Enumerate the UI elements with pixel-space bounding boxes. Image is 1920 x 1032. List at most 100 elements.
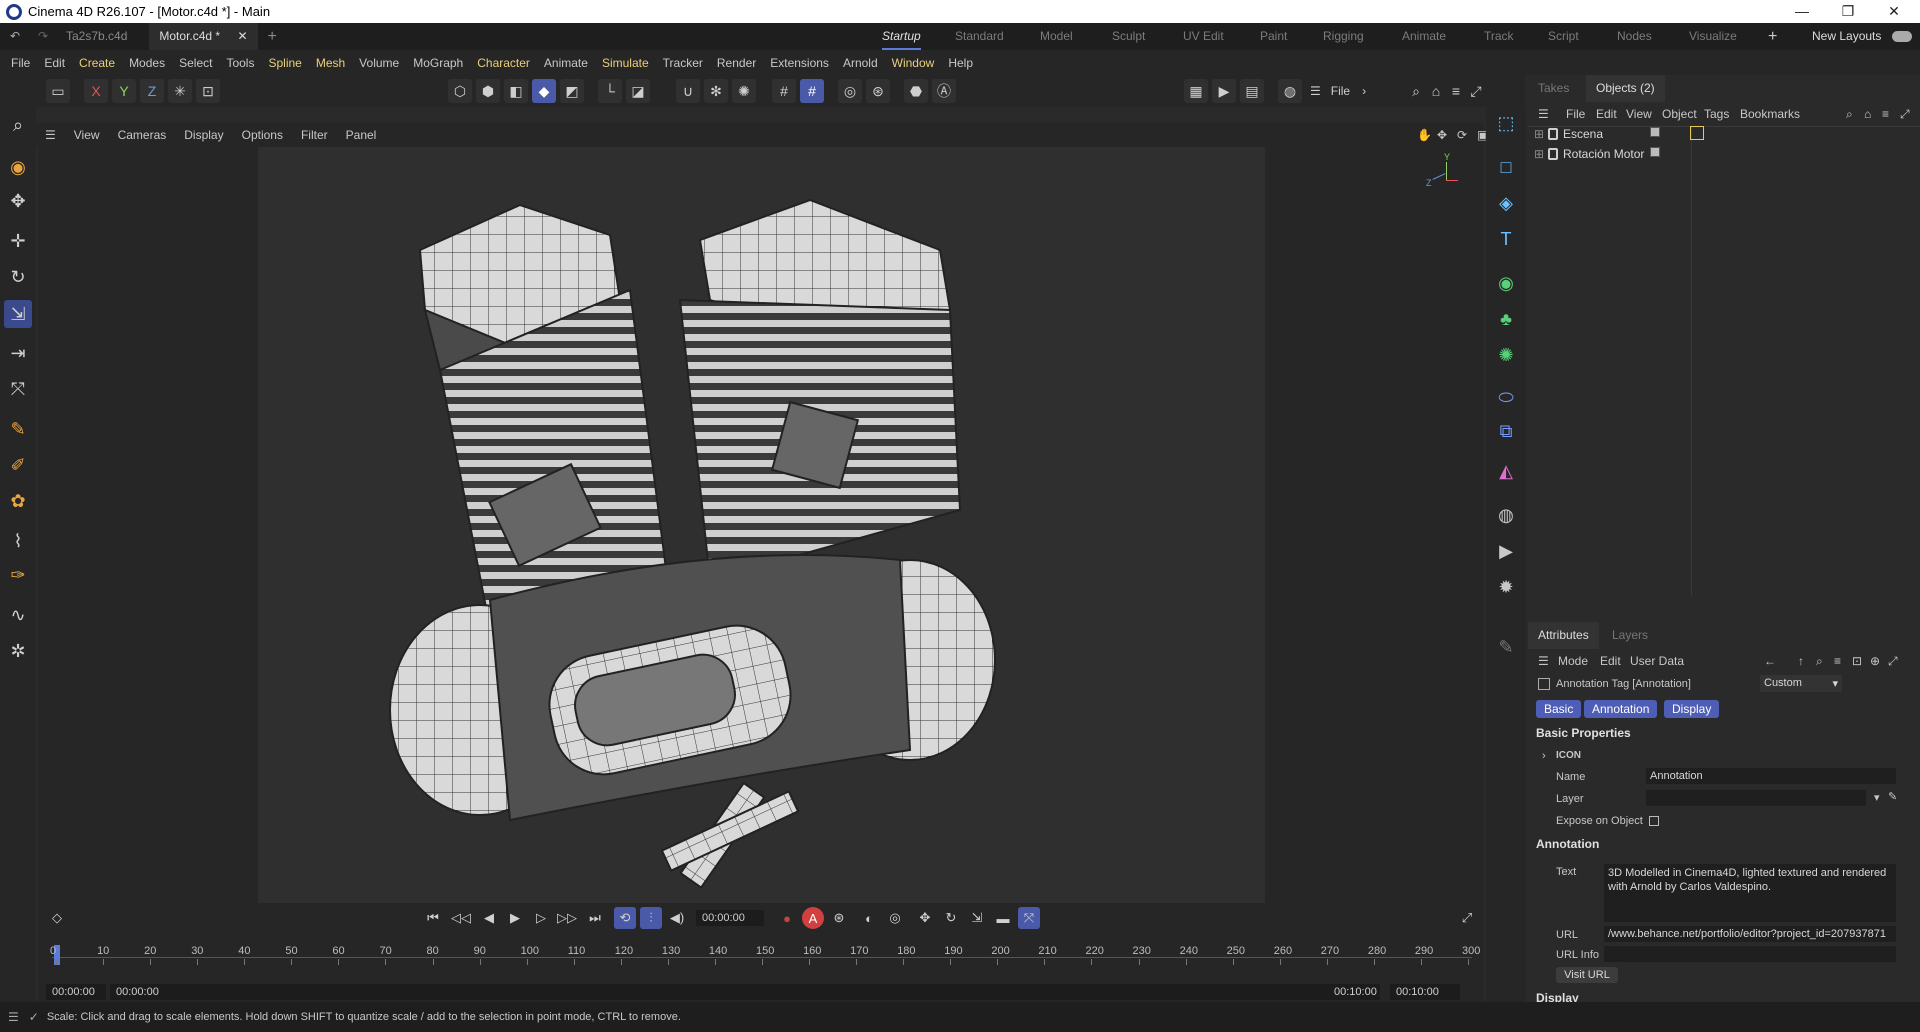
tab-display[interactable]: Display [1664,700,1720,718]
visit-url-button[interactable]: Visit URL [1556,967,1618,983]
sculpt-icon[interactable]: ✲ [4,637,32,665]
tab-file-1[interactable]: Ta2s7b.c4d [56,23,149,50]
eyedropper-icon[interactable]: ✎ [1888,790,1897,803]
lock-axis-icon[interactable]: ⊡ [196,79,220,103]
spline-object-icon[interactable]: ◭ [1492,457,1520,485]
object-home-icon[interactable]: ⌂ [1864,102,1871,126]
camera-icon[interactable]: ⬚ [1492,109,1520,137]
sketch-icon[interactable]: ✎ [1492,633,1520,661]
go-to-start-icon[interactable]: ⏮ [422,907,444,929]
object-expand-icon[interactable]: ⤢ [1900,102,1910,126]
layout-startup[interactable]: Startup [882,23,921,50]
brush-icon[interactable]: ⌇ [4,527,32,555]
sun-icon[interactable]: ✺ [732,79,756,103]
edges-mode-icon[interactable]: ⬢ [476,79,500,103]
menu-render[interactable]: Render [710,56,763,70]
gear-icon[interactable]: ✻ [704,79,728,103]
spline-smooth-icon[interactable]: ✿ [4,487,32,515]
menu-file[interactable]: File [4,56,37,70]
tab-takes[interactable]: Takes [1528,75,1579,102]
layout-standard[interactable]: Standard [955,23,1004,50]
menu-character[interactable]: Character [470,56,537,70]
render-settings-icon[interactable]: ⊛ [866,79,890,103]
expose-checkbox[interactable] [1649,816,1659,826]
tab-annotation[interactable]: Annotation [1584,700,1658,718]
viewport-menu-filter[interactable]: Filter [292,128,337,142]
layout-sculpt[interactable]: Sculpt [1112,23,1145,50]
menu-window[interactable]: Window [885,56,942,70]
attr-filter-icon[interactable]: ≡ [1834,649,1841,673]
menu-select[interactable]: Select [172,56,219,70]
menu-extensions[interactable]: Extensions [763,56,836,70]
preview-range-start-field[interactable]: 00:00:00 [110,984,1380,1000]
text-icon[interactable]: T [1492,225,1520,253]
menu-arnold[interactable]: Arnold [836,56,885,70]
up-arrow-icon[interactable]: ↑ [1798,649,1804,673]
param-key-icon[interactable]: ▬ [992,907,1014,929]
attr-expand-icon[interactable]: ⤢ [1888,649,1898,673]
object-hamburger-icon[interactable]: ☰ [1538,102,1549,126]
magnet-icon[interactable]: ∪ [676,79,700,103]
workplane-icon[interactable]: └ [598,79,622,103]
render-queue-icon[interactable]: ▤ [1240,79,1264,103]
new-window-icon[interactable]: ⊕ [1870,649,1880,673]
menu-help[interactable]: Help [941,56,980,70]
loop-icon[interactable]: ⟲ [614,907,636,929]
minimize-icon[interactable]: — [1780,0,1824,23]
points-mode-icon[interactable]: ⬡ [448,79,472,103]
pla-key-icon[interactable]: ⤧ [1018,907,1040,929]
menu-create[interactable]: Create [72,56,122,70]
menu-modes[interactable]: Modes [122,56,172,70]
menu-volume[interactable]: Volume [352,56,406,70]
transfer-icon[interactable]: ⇥ [4,339,32,367]
url-info-field[interactable] [1604,946,1896,962]
previous-frame-icon[interactable]: ◀ [478,907,500,929]
polygons-mode-icon[interactable]: ◧ [504,79,528,103]
expand-plus-icon[interactable]: ⊞ [1534,145,1544,163]
transform-icon[interactable]: ⤧ [4,375,32,403]
layout-uv-edit[interactable]: UV Edit [1183,23,1224,50]
back-arrow-icon[interactable]: ← [1764,649,1776,673]
menu-mograph[interactable]: MoGraph [406,56,470,70]
viewport-menu-view[interactable]: View [65,128,109,142]
environment-icon[interactable]: ◍ [1492,501,1520,529]
solo-icon[interactable]: ◪ [626,79,650,103]
object-filter-icon[interactable]: ≡ [1882,102,1889,126]
render-region-icon[interactable]: ◎ [838,79,862,103]
start-frame-field[interactable]: 00:00:00 [46,984,106,1000]
position-key-icon[interactable]: ✥ [914,907,936,929]
layout-model[interactable]: Model [1040,23,1073,50]
y-axis-button[interactable]: Y [112,79,136,103]
object-menu-file[interactable]: File [1566,102,1585,126]
preview-range-end-field[interactable]: 00:10:00 [1328,984,1380,1000]
menu-edit[interactable]: Edit [37,56,72,70]
deformer-icon[interactable]: ⬭ [1492,383,1520,411]
effector-icon[interactable]: ✺ [1492,341,1520,369]
preset-dropdown[interactable]: Custom ▾ [1760,675,1842,692]
x-axis-button[interactable]: X [84,79,108,103]
sound-icon[interactable]: ◀) [666,907,688,929]
render-view-icon[interactable]: ▦ [1184,79,1208,103]
object-search-icon[interactable]: ⌕ [1846,102,1853,126]
status-menu-icon[interactable]: ☰ [8,1010,19,1024]
annotation-text-field[interactable]: 3D Modelled in Cinema4D, lighted texture… [1604,864,1896,922]
object-row[interactable]: ⊞ Escena [1534,125,1603,143]
layout-animate[interactable]: Animate [1402,23,1446,50]
z-axis-button[interactable]: Z [140,79,164,103]
previous-key-icon[interactable]: ◁◁ [450,907,472,929]
grid-snap-icon[interactable]: # [772,79,796,103]
layout-visualize[interactable]: Visualize [1689,23,1737,50]
next-frame-icon[interactable]: ▷ [530,907,552,929]
null-square-icon[interactable]: □ [1492,153,1520,181]
playback-rate-icon[interactable]: ⫶ [640,907,662,929]
annotation-tag-icon[interactable] [1690,126,1704,140]
file-menu-button[interactable]: ☰ File › [1310,79,1390,103]
layout-rigging[interactable]: Rigging [1323,23,1364,50]
redo-icon[interactable]: ↷ [28,23,56,50]
maximize-icon[interactable]: ❐ [1826,0,1870,23]
attr-menu-edit[interactable]: Edit [1600,649,1621,673]
next-key-icon[interactable]: ▷▷ [556,907,578,929]
select-icon[interactable]: ◉ [4,153,32,181]
tab-objects[interactable]: Objects (2) [1586,75,1665,102]
field-icon[interactable]: ⧉ [1492,417,1520,445]
